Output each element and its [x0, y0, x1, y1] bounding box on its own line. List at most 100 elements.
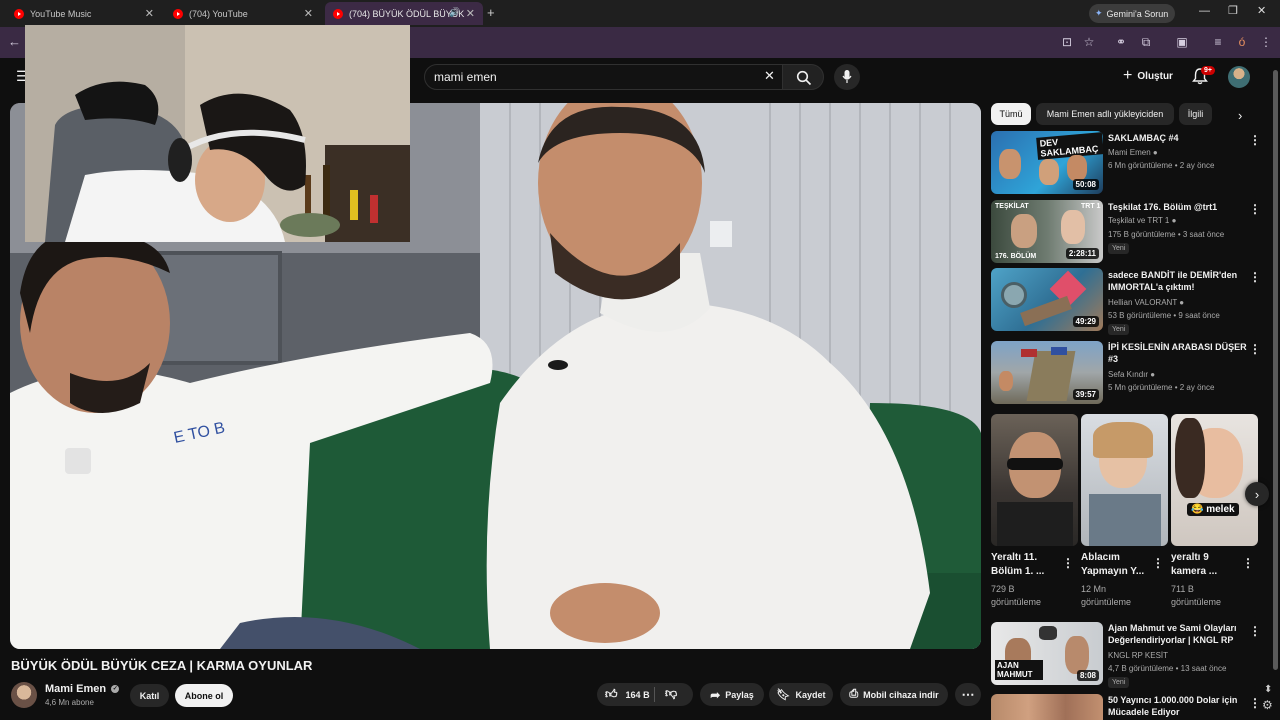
gemini-label: Gemini'a Sorun: [1106, 8, 1169, 19]
short-caption: 😂 melek: [1187, 503, 1239, 516]
channel-name[interactable]: Sefa Kındır ●: [1108, 370, 1155, 379]
shorts-next-button[interactable]: ›: [1245, 482, 1269, 506]
verified-icon: ●: [1152, 148, 1158, 157]
more-vert-icon[interactable]: ⋮: [1249, 134, 1261, 146]
more-vert-icon[interactable]: ⋮: [1062, 557, 1074, 569]
video-title[interactable]: SAKLAMBAÇ #4: [1108, 132, 1248, 144]
save-button[interactable]: 🔖︎ Kaydet: [769, 683, 833, 706]
chevron-right-icon[interactable]: ›: [1238, 108, 1242, 123]
channel-name[interactable]: Mami Emen ✓: [45, 683, 120, 695]
video-thumbnail[interactable]: DEV SAKLAMBAÇ 50:08: [991, 131, 1103, 194]
speaker-icon[interactable]: 🔊: [449, 7, 460, 18]
scrollbar-thumb[interactable]: [1273, 70, 1278, 670]
chip-all[interactable]: Tümü: [991, 103, 1031, 125]
like-count[interactable]: 164 B: [626, 690, 650, 700]
thumbnail-hair: [1175, 418, 1205, 498]
like-icon[interactable]: 👍︎: [605, 687, 618, 702]
video-thumbnail[interactable]: [991, 694, 1103, 720]
subscribe-button[interactable]: Abone ol: [175, 684, 233, 707]
close-icon[interactable]: ✕: [465, 7, 475, 20]
short-title[interactable]: Ablacım Yapmayın Y...: [1081, 551, 1151, 579]
reading-list-icon[interactable]: ≡: [1210, 34, 1226, 50]
channel-avatar[interactable]: [11, 682, 37, 708]
close-window-icon[interactable]: ✕: [1257, 4, 1266, 17]
voice-search-button[interactable]: [834, 64, 860, 90]
video-title[interactable]: 50 Yayıncı 1.000.000 Dolar için Mücadele…: [1108, 694, 1258, 718]
share-button[interactable]: ➦ Paylaş: [700, 683, 764, 706]
video-meta: 5 Mn görüntüleme • 2 ay önce: [1108, 383, 1215, 392]
more-vert-icon[interactable]: ⋮: [1242, 557, 1254, 569]
avatar[interactable]: [1228, 66, 1250, 88]
chip-from-uploader[interactable]: Mami Emen adlı yükleyiciden: [1036, 103, 1174, 125]
video-meta: 4,7 B görüntüleme • 13 saat önce: [1108, 664, 1227, 673]
thumbnail-clothing: [1089, 494, 1161, 546]
more-vert-icon[interactable]: ⋮: [1249, 203, 1261, 215]
tab-youtube-music[interactable]: YouTube Music ✕: [6, 2, 162, 25]
menu-dots-icon[interactable]: ⋮: [1258, 34, 1274, 50]
more-vert-icon[interactable]: ⋮: [1249, 271, 1261, 283]
video-thumbnail[interactable]: AJAN MAHMUT 8:08: [991, 622, 1103, 685]
gemini-icon: ✦: [1095, 8, 1103, 18]
video-thumbnail[interactable]: 39:57: [991, 341, 1103, 404]
channel-name[interactable]: Mami Emen ●: [1108, 148, 1158, 157]
close-icon[interactable]: ✕: [304, 7, 313, 20]
channel-name[interactable]: Teşkilat ve TRT 1 ●: [1108, 216, 1176, 225]
short-title[interactable]: yeraltı 9 kamera ...: [1171, 551, 1241, 579]
channel-name[interactable]: KNGL RP KESİT: [1108, 651, 1168, 660]
side-panel-icon[interactable]: ▣: [1174, 34, 1190, 50]
subscribe-label: Abone ol: [184, 690, 224, 701]
video-thumbnail[interactable]: 49:29: [991, 268, 1103, 331]
short-title[interactable]: Yeraltı 11. Bölüm 1. ...: [991, 551, 1061, 579]
close-icon[interactable]: ✕: [145, 7, 154, 20]
thumbnail-ramp: [1026, 351, 1076, 401]
short-thumbnail[interactable]: 😂 melek: [1171, 414, 1258, 546]
download-button[interactable]: ⎙ Mobil cihaza indir: [840, 683, 948, 706]
new-tab-icon[interactable]: +: [487, 5, 495, 20]
thumbnail-weapon: [1020, 295, 1072, 327]
maximize-icon[interactable]: ❐: [1228, 4, 1238, 17]
short-views: 711 B görüntüleme: [1171, 584, 1222, 607]
more-vert-icon[interactable]: ⋮: [1249, 697, 1261, 709]
video-thumbnail[interactable]: TEŞKİLAT TRT 1 176. BÖLÜM 2:28:11: [991, 200, 1103, 263]
subscriber-count: 4,6 Mn abone: [45, 698, 94, 707]
channel-label: Teşkilat ve TRT 1: [1108, 216, 1170, 225]
minimize-icon[interactable]: —: [1199, 5, 1210, 17]
plus-icon: +: [1123, 67, 1133, 84]
short-thumbnail[interactable]: [991, 414, 1078, 546]
thumbnail-person: [1067, 155, 1087, 181]
search-button[interactable]: [782, 64, 824, 90]
chip-related[interactable]: İlgili: [1179, 103, 1212, 125]
verified-icon: ●: [1171, 216, 1177, 225]
more-vert-icon[interactable]: ⋮: [1249, 625, 1261, 637]
clear-search-icon[interactable]: ✕: [764, 68, 775, 84]
tab-youtube-home[interactable]: (704) YouTube ✕: [165, 2, 321, 25]
video-duration: 50:08: [1072, 179, 1099, 190]
video-title[interactable]: İPİ KESİLENİN ARABASI DÜŞER #3: [1108, 341, 1258, 365]
settings-icon[interactable]: ⚙: [1262, 698, 1273, 712]
profile-icon[interactable]: ó: [1234, 34, 1250, 50]
tab-current-video[interactable]: (704) BÜYÜK ÖDÜL BÜYÜK 🔊 ✕: [325, 2, 483, 25]
create-button[interactable]: + Oluştur: [1114, 64, 1182, 88]
back-icon[interactable]: ←: [8, 34, 21, 49]
dislike-icon[interactable]: 👎︎: [665, 686, 677, 701]
more-vert-icon[interactable]: ⋮: [1249, 343, 1261, 355]
microphone-icon: [842, 70, 852, 83]
more-horizontal-icon: ⋯: [961, 686, 975, 702]
more-vert-icon[interactable]: ⋮: [1152, 557, 1164, 569]
sunglasses-graphic: [1007, 458, 1063, 470]
more-actions-button[interactable]: ⋯: [955, 683, 981, 706]
install-icon[interactable]: ⊡: [1059, 34, 1075, 50]
video-title[interactable]: Teşkilat 176. Bölüm @trt1: [1108, 201, 1248, 213]
short-thumbnail[interactable]: [1081, 414, 1168, 546]
gemini-button[interactable]: ✦ Gemini'a Sorun: [1089, 4, 1175, 23]
thumbnail-car: [1021, 349, 1037, 357]
bookmark-star-icon[interactable]: ☆: [1081, 34, 1097, 50]
video-title[interactable]: sadece BANDİT ile DEMİR'den IMMORTAL'a ç…: [1108, 269, 1258, 293]
puzzle-icon[interactable]: ⧉: [1138, 34, 1154, 50]
chevron-right-icon: ›: [1254, 486, 1260, 502]
extension-icon[interactable]: ⚭: [1113, 34, 1129, 50]
video-title[interactable]: Ajan Mahmut ve Sami Olayları Değerlendir…: [1108, 622, 1248, 646]
thumbnail-person: [1039, 159, 1059, 185]
channel-name[interactable]: Hellian VALORANT ●: [1108, 298, 1184, 307]
join-button[interactable]: Katıl: [130, 684, 169, 707]
